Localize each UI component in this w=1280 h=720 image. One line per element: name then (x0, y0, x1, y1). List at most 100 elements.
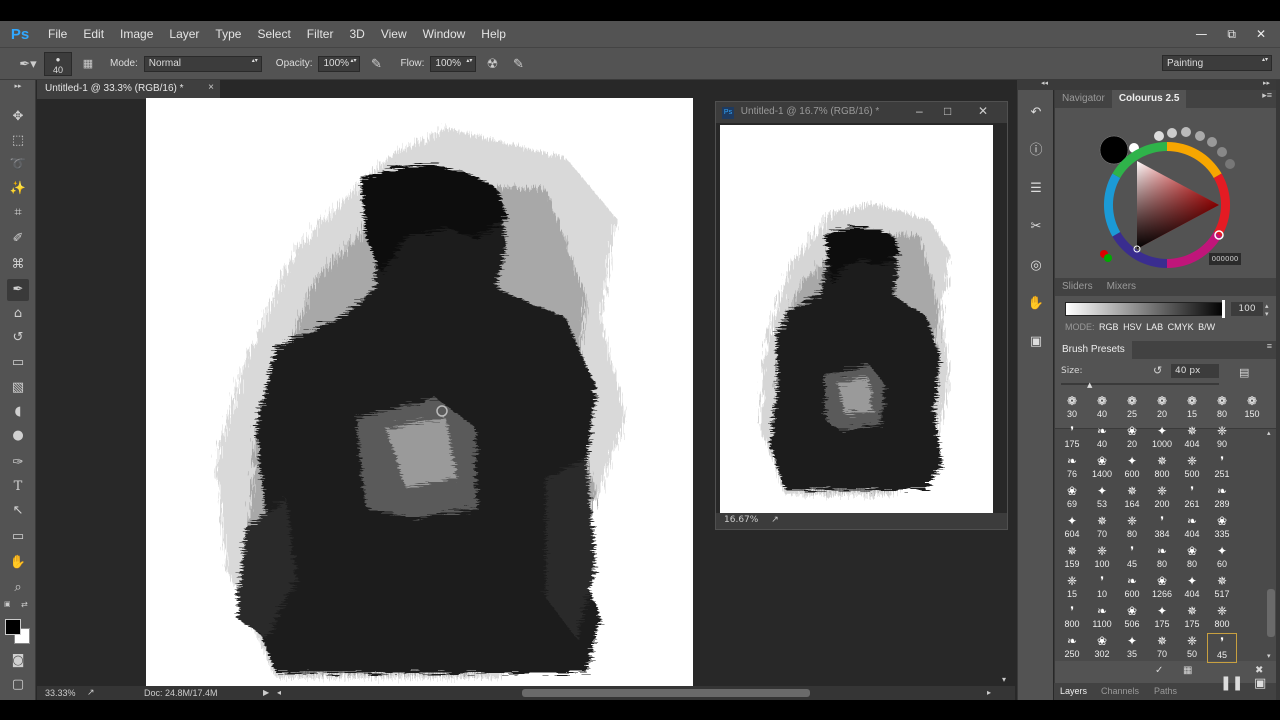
history-panel-icon[interactable]: ↶ (1025, 102, 1047, 124)
toggle-brush-panel-icon[interactable]: ✓ (1155, 665, 1163, 676)
brush-preset[interactable]: ✦ 604 (1057, 513, 1087, 543)
brush-preset[interactable]: ❧ 600 (1117, 573, 1147, 603)
brush-list-scrollbar[interactable] (1267, 589, 1275, 637)
blur-tool-icon[interactable]: ◖ (7, 401, 29, 423)
magic-wand-tool-icon[interactable]: ✨ (7, 178, 29, 200)
zoom-tool-icon[interactable]: ⌕ (7, 577, 29, 599)
quick-mask-icon[interactable]: ◙ (7, 650, 29, 672)
stamp-tool-icon[interactable]: ⌂ (7, 303, 29, 325)
brush-tool-icon[interactable]: ✒ (7, 279, 29, 301)
vertical-scroll-down-icon[interactable]: ▾ (1002, 675, 1006, 684)
brush-preset[interactable]: ✦ 60 (1207, 543, 1237, 573)
brush-panel-toggle-icon[interactable]: ▦ (78, 57, 98, 70)
rectangle-tool-icon[interactable]: ▭ (7, 526, 29, 548)
brush-preset[interactable]: ❈ 100 (1087, 543, 1117, 573)
default-colors-icon[interactable]: ▣ (4, 600, 11, 608)
mode-bw[interactable]: B/W (1198, 322, 1215, 332)
info-panel-icon[interactable]: ⓘ (1025, 140, 1047, 162)
brush-preset[interactable]: ✦ 600 (1117, 453, 1147, 483)
scroll-left-icon[interactable]: ◂ (277, 688, 281, 697)
status-menu-icon[interactable]: ▶ (263, 688, 269, 697)
layer-comps-panel-icon[interactable]: ▣ (1025, 331, 1047, 353)
brush-preset[interactable]: ❧ 1100 (1087, 603, 1117, 633)
brush-preset[interactable]: ❜ 384 (1147, 513, 1177, 543)
brush-preset[interactable]: ❁ 20 (1147, 393, 1177, 423)
tab-sliders[interactable]: Sliders (1055, 278, 1100, 296)
brush-preset[interactable]: ❁ 25 (1117, 393, 1147, 423)
value-slider[interactable] (1065, 302, 1225, 316)
menu-window[interactable]: Window (415, 27, 474, 41)
brush-preset[interactable]: ✵ 175 (1177, 603, 1207, 633)
brush-presets-menu-icon[interactable]: ≡ (1267, 341, 1272, 351)
brush-preset[interactable]: ❀ 302 (1087, 633, 1117, 663)
collapse-panels-icon[interactable]: ▸▸ (1263, 79, 1270, 87)
brush-preset[interactable]: ❜ 10 (1087, 573, 1117, 603)
brush-preset[interactable]: ✵ 159 (1057, 543, 1087, 573)
delete-brush-icon[interactable]: ✖ (1255, 665, 1263, 676)
collapse-icons-icon[interactable]: ◂◂ (1041, 79, 1048, 87)
brush-panel-icon[interactable]: ◎ (1025, 255, 1047, 277)
mode-cmyk[interactable]: CMYK (1168, 322, 1194, 332)
pause-icon[interactable]: ❚❚ (1220, 675, 1243, 691)
brush-preset[interactable]: ❁ 40 (1087, 393, 1117, 423)
brush-preset[interactable]: ❈ 15 (1057, 573, 1087, 603)
brush-preset[interactable]: ✵ 164 (1117, 483, 1147, 513)
marquee-tool-icon[interactable]: ⬚ (7, 130, 29, 152)
horizontal-scrollbar[interactable] (522, 689, 810, 697)
brush-preset[interactable]: ❁ 150 (1237, 393, 1267, 423)
move-tool-icon[interactable]: ✥ (7, 106, 29, 128)
floating-minimize-button[interactable]: – (916, 104, 923, 118)
brush-tool-icon[interactable]: ✒▾ (18, 56, 38, 72)
size-value-field[interactable]: 40 px (1171, 364, 1219, 378)
eraser-tool-icon[interactable]: ▭ (7, 352, 29, 374)
brush-preset[interactable]: ✦ 175 (1147, 603, 1177, 633)
brush-preset[interactable]: ✦ 1000 (1147, 423, 1177, 453)
slider-value-field[interactable]: 100 (1231, 302, 1263, 316)
brush-preset[interactable]: ❀ 1266 (1147, 573, 1177, 603)
brush-preset[interactable]: ❀ 506 (1117, 603, 1147, 633)
brush-preset[interactable]: ❜ 261 (1177, 483, 1207, 513)
floating-document-window[interactable]: Ps Untitled-1 @ 16.7% (RGB/16) * – □ ✕ 1… (715, 101, 1008, 530)
value-slider-handle[interactable] (1222, 300, 1225, 318)
hex-value-field[interactable]: 000000 (1209, 253, 1241, 265)
brush-preset[interactable]: ❧ 404 (1177, 513, 1207, 543)
brush-list-scroll-down-icon[interactable]: ▾ (1267, 652, 1271, 660)
collapse-toolbar-icon[interactable]: ▸▸ (7, 82, 29, 90)
menu-select[interactable]: Select (249, 27, 298, 41)
panel-menu-icon[interactable]: ▸≡ (1262, 90, 1272, 101)
tab-mixers[interactable]: Mixers (1100, 278, 1143, 296)
tools-panel-icon[interactable]: ✂ (1025, 216, 1047, 238)
brush-preset[interactable]: ❈ 200 (1147, 483, 1177, 513)
floating-window-titlebar[interactable]: Ps Untitled-1 @ 16.7% (RGB/16) * – □ ✕ (716, 102, 1007, 123)
brush-preset[interactable]: ❧ 250 (1057, 633, 1087, 663)
history-brush-tool-icon[interactable]: ↺ (7, 327, 29, 349)
brush-list-scroll-up-icon[interactable]: ▴ (1267, 429, 1271, 437)
workspace-select[interactable]: Painting (1162, 55, 1272, 71)
lasso-tool-icon[interactable]: ➰ (7, 154, 29, 176)
hand-tool-icon[interactable]: ✋ (7, 552, 29, 574)
brush-preset[interactable]: ❧ 80 (1147, 543, 1177, 573)
foreground-color-swatch[interactable] (5, 619, 21, 635)
menu-type[interactable]: Type (207, 27, 249, 41)
tab-channels[interactable]: Channels (1101, 686, 1139, 696)
color-wheel[interactable] (1055, 108, 1277, 268)
tab-brush-presets[interactable]: Brush Presets (1055, 341, 1132, 359)
tab-layers[interactable]: Layers (1060, 686, 1087, 696)
close-tab-icon[interactable]: × (208, 82, 214, 93)
floating-maximize-button[interactable]: □ (944, 104, 951, 118)
brush-preset[interactable]: ❀ 80 (1177, 543, 1207, 573)
tab-colourus[interactable]: Colourus 2.5 (1111, 90, 1187, 108)
brush-preset[interactable]: ❁ 80 (1207, 393, 1237, 423)
close-button[interactable]: ✕ (1256, 27, 1266, 41)
brush-preset[interactable]: ❧ 289 (1207, 483, 1237, 513)
brush-preset[interactable]: ✦ 35 (1117, 633, 1147, 663)
mode-select[interactable]: Normal (143, 55, 262, 72)
tab-paths[interactable]: Paths (1154, 686, 1177, 696)
brush-preset[interactable]: ✵ 800 (1147, 453, 1177, 483)
menu-file[interactable]: File (40, 27, 75, 41)
flow-field[interactable]: 100% (430, 55, 477, 72)
size-slider-track[interactable] (1061, 383, 1219, 385)
eyedropper-tool-icon[interactable]: ✐ (7, 228, 29, 250)
document-tab[interactable]: Untitled-1 @ 33.3% (RGB/16) * × (37, 80, 220, 99)
mode-hsv[interactable]: HSV (1123, 322, 1142, 332)
